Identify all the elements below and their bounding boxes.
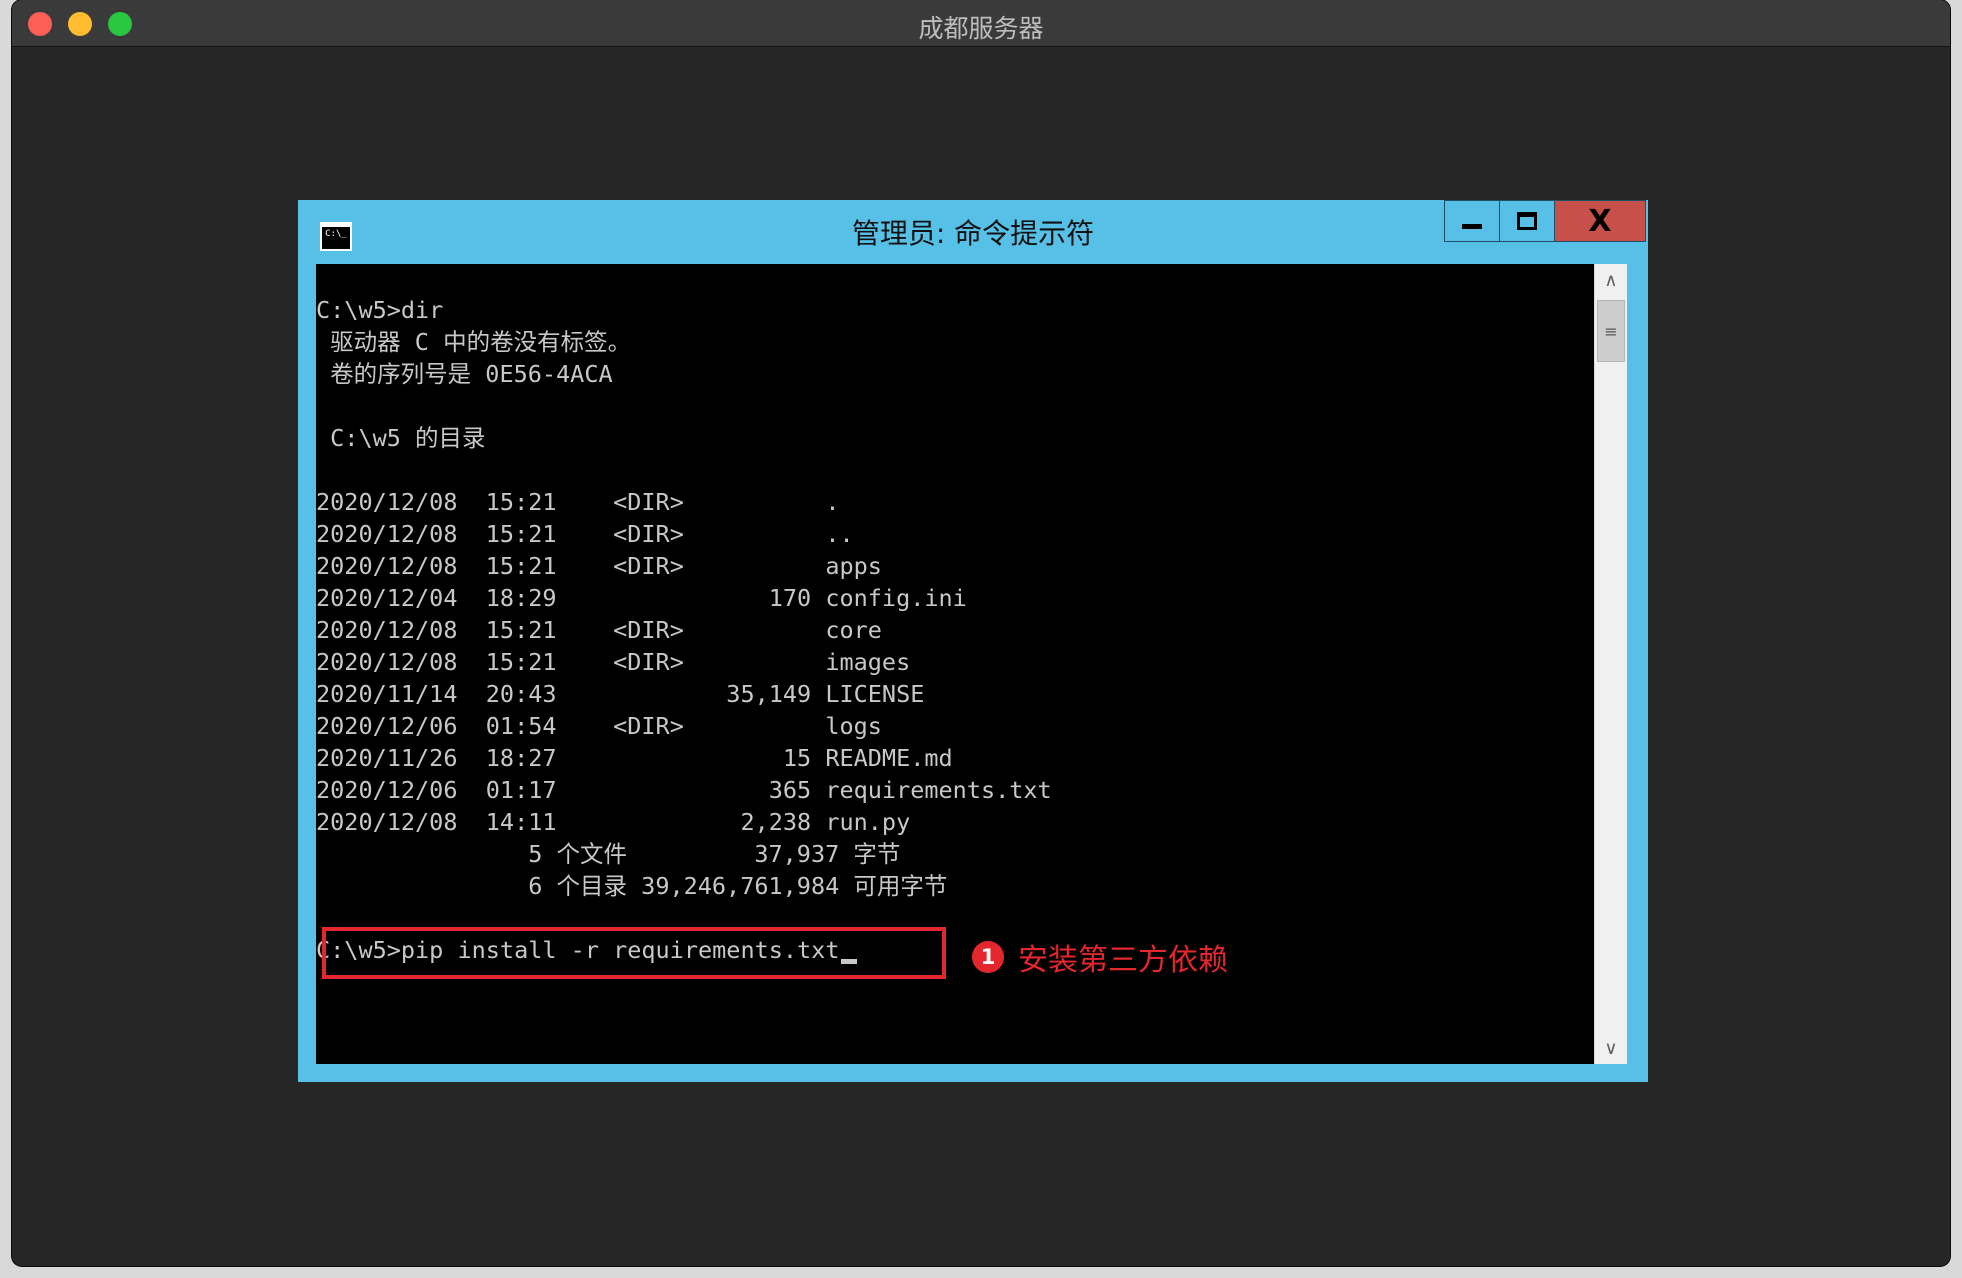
console-line: 2020/12/08 15:21 <DIR> .	[316, 488, 840, 516]
scrollbar-thumb[interactable]: ≡	[1597, 300, 1625, 362]
cmd-minimize-button[interactable]	[1444, 200, 1500, 242]
step-annotation-text: 安装第三方依赖	[1018, 943, 1228, 978]
console-line: 驱动器 C 中的卷没有标签。	[316, 328, 632, 356]
console-line: 2020/11/26 18:27 15 README.md	[316, 744, 953, 772]
cmd-titlebar[interactable]: C:\_ 管理员: 命令提示符 X	[298, 200, 1648, 262]
console-line: 2020/11/14 20:43 35,149 LICENSE	[316, 680, 925, 708]
console-line: 2020/12/08 15:21 <DIR> images	[316, 648, 911, 676]
console-line: 卷的序列号是 0E56-4ACA	[316, 360, 613, 388]
console-line: 5 个文件 37,937 字节	[316, 840, 901, 868]
minimize-icon	[1462, 223, 1482, 229]
console-lines: C:\w5>dir 驱动器 C 中的卷没有标签。 卷的序列号是 0E56-4AC…	[316, 294, 1052, 966]
vertical-scrollbar[interactable]: ∧ ≡ ∨	[1594, 264, 1627, 1064]
mac-titlebar: 成都服务器	[12, 0, 1950, 47]
cmd-close-button[interactable]: X	[1554, 200, 1646, 242]
mac-window-title: 成都服务器	[918, 14, 1044, 43]
scroll-down-arrow-icon[interactable]: ∨	[1595, 1032, 1627, 1064]
cmd-maximize-button[interactable]	[1499, 200, 1555, 242]
step-annotation: 1 安装第三方依赖	[972, 935, 1228, 979]
maximize-icon	[1517, 212, 1537, 230]
close-icon: X	[1588, 203, 1612, 239]
command-highlight-box	[322, 927, 946, 979]
console-line: 2020/12/08 15:21 <DIR> core	[316, 616, 882, 644]
scroll-up-arrow-icon[interactable]: ∧	[1595, 264, 1627, 296]
console-line: 2020/12/08 14:11 2,238 run.py	[316, 808, 911, 836]
console-line: C:\w5 的目录	[316, 424, 486, 452]
console-line: 2020/12/08 15:21 <DIR> apps	[316, 552, 882, 580]
console-line: 2020/12/06 01:54 <DIR> logs	[316, 712, 882, 740]
console-line: 2020/12/08 15:21 <DIR> ..	[316, 520, 854, 548]
console-line: 6 个目录 39,246,761,984 可用字节	[316, 872, 948, 900]
step-number-badge: 1	[972, 941, 1004, 973]
console-line: 2020/12/04 18:29 170 config.ini	[316, 584, 967, 612]
console-line: C:\w5>dir	[316, 296, 444, 324]
console-line: 2020/12/06 01:17 365 requirements.txt	[316, 776, 1052, 804]
